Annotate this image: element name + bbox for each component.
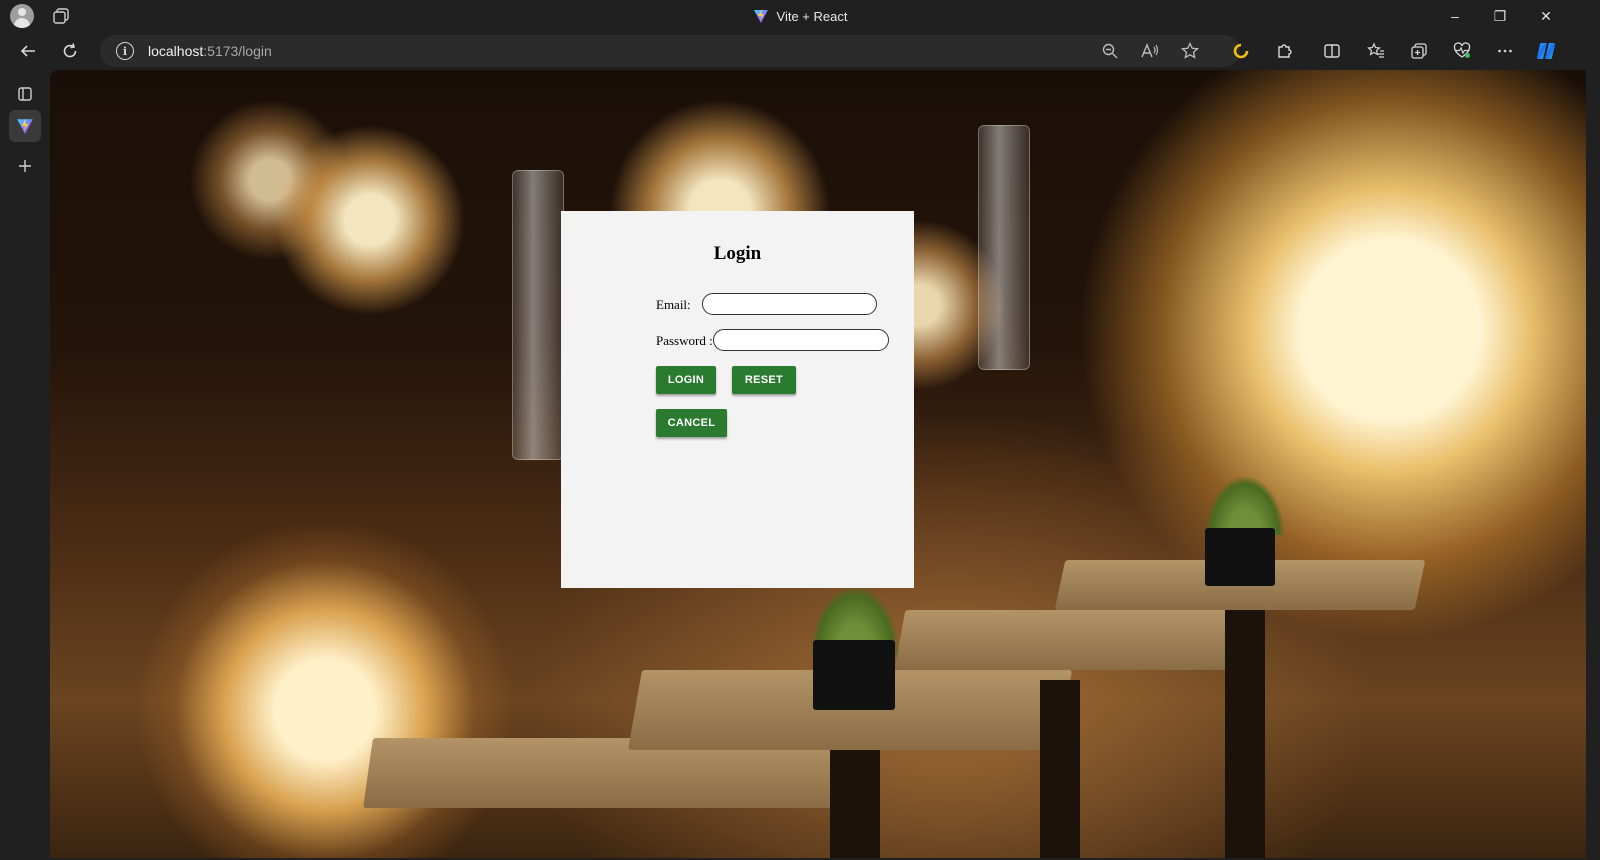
favorite-star-icon[interactable] [1178,39,1202,63]
login-title: Login [713,243,762,264]
close-icon: ✕ [1540,7,1552,24]
favorites-icon[interactable] [1362,37,1390,65]
extensions-icon[interactable] [1271,37,1299,65]
title-bar: Vite + React – ❐ ✕ [0,0,1600,32]
login-button[interactable]: LOGIN [656,366,716,394]
pendant-light [512,170,564,460]
tab-actions-icon[interactable] [9,78,41,110]
back-icon[interactable] [14,37,42,65]
extension-circle-icon[interactable] [1227,37,1255,65]
plant [1205,475,1285,535]
login-form: Login Email: Password : LOGIN RESET CANC… [561,211,914,588]
vite-logo-icon [753,9,768,23]
split-screen-icon[interactable] [1318,37,1346,65]
restore-button[interactable]: ❐ [1477,0,1523,32]
table-top [894,610,1256,670]
page-viewport: Login Email: Password : LOGIN RESET CANC… [50,70,1586,858]
url-text[interactable]: localhost:5173/login [148,43,272,59]
site-info-icon[interactable]: i [116,42,134,60]
plant-pot [1205,528,1275,586]
window-right-edge [1586,70,1600,858]
close-window-button[interactable]: ✕ [1523,0,1569,32]
new-tab-icon[interactable] [9,150,41,182]
table-leg [1040,680,1080,858]
table-leg [1225,610,1265,858]
minimize-button[interactable]: – [1432,0,1478,32]
restore-icon: ❐ [1493,7,1507,24]
vite-tab-icon[interactable] [9,110,41,142]
email-label: Email: [656,297,691,312]
password-field[interactable] [713,329,889,351]
window-title: Vite + React [0,0,1600,32]
browser-toolbar: i localhost:5173/login [0,32,1600,70]
url-path: :5173/login [203,43,272,59]
table-leg [830,750,880,858]
more-icon[interactable] [1491,37,1519,65]
minimize-icon: – [1451,8,1459,24]
password-label: Password : [656,333,713,348]
copilot-icon[interactable] [1532,37,1560,65]
collections-icon[interactable] [1405,37,1433,65]
pendant-light [978,125,1030,370]
plant-pot [813,640,895,710]
address-bar[interactable]: i localhost:5173/login [100,35,1240,67]
vertical-tab-strip [0,70,50,860]
url-host: localhost [148,43,204,59]
cancel-button[interactable]: CANCEL [656,409,727,437]
email-field[interactable] [702,293,877,315]
read-aloud-icon[interactable] [1138,39,1162,63]
health-icon[interactable] [1448,37,1476,65]
tab-title: Vite + React [776,8,848,24]
refresh-icon[interactable] [56,37,84,65]
reset-button[interactable]: RESET [732,366,796,394]
zoom-out-icon[interactable] [1098,39,1122,63]
